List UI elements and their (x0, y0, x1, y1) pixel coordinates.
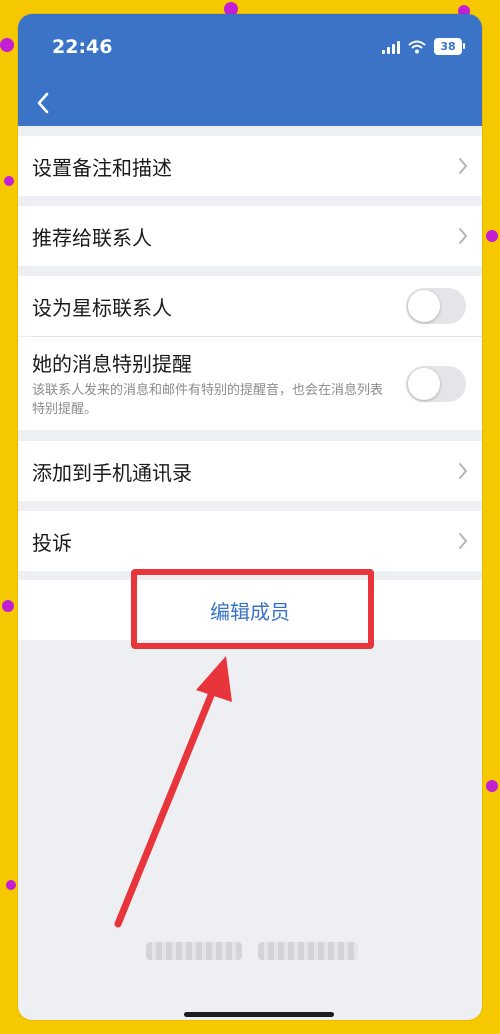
blurred-footer-text (146, 942, 242, 960)
phone-screen: 22:46 38 设置备注和描述 推荐给联系人 设为星标联系人 她的消息特别提醒… (18, 14, 482, 1020)
decor-dot (486, 230, 498, 242)
home-indicator (184, 1012, 334, 1017)
decor-dot (6, 880, 16, 890)
decor-dot (0, 38, 14, 52)
annotation-arrow-icon (114, 656, 232, 928)
decor-dot (4, 176, 14, 186)
decor-dot (486, 780, 498, 792)
decor-dot (2, 600, 14, 612)
blurred-footer-text (258, 942, 358, 960)
